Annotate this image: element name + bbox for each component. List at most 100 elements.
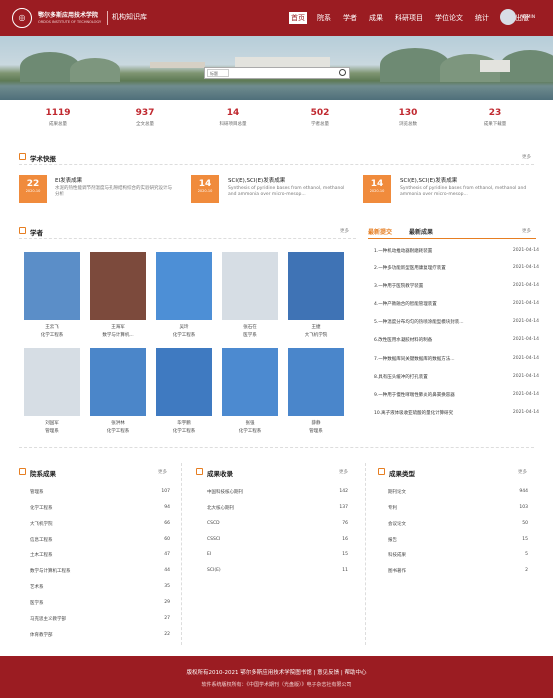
scholar-name[interactable]: 刘国军 [17, 420, 87, 426]
dept-name[interactable]: 数学与计算机工程系 [30, 568, 71, 574]
scholar-name[interactable]: 张强 [215, 420, 285, 426]
scholar-photo[interactable] [156, 252, 212, 320]
tab-latest-results[interactable]: 最新成果 [409, 227, 433, 236]
type-name[interactable]: 报告 [388, 537, 397, 543]
type-name[interactable]: 会议论文 [388, 521, 406, 527]
recent-item-title[interactable]: 10.离子液体吸收亚硫酸的量化计算研究 [374, 411, 453, 416]
scholars-more-link[interactable]: 更多 [340, 228, 349, 234]
scholar-photo[interactable] [288, 348, 344, 416]
dept-name[interactable]: 化学工程系 [30, 505, 53, 511]
scholar-photo-placeholder[interactable] [24, 348, 80, 416]
news-item-title[interactable]: SCI(E),SCI(E)发表成果 [228, 176, 285, 184]
school-logo-icon[interactable]: ◎ [12, 8, 32, 28]
dept-name[interactable]: 艺术系 [30, 584, 44, 590]
nav-stats[interactable]: 统计 [473, 12, 491, 24]
stat-label: 学者总量 [311, 122, 329, 127]
scholar-dept: 数学与计算机... [102, 333, 134, 338]
scholar-name[interactable]: 张石在 [215, 324, 285, 330]
recent-item[interactable]: 6.改性医用水凝胶材料的制备 2021-04-14 [374, 337, 539, 343]
dept-name[interactable]: 体育教学部 [30, 632, 53, 638]
recent-item-title[interactable]: 8.具有压头缓冲的打孔装置 [374, 375, 428, 380]
recent-item[interactable]: 5.一种温度分布均匀的热喷涂能型模块封装... 2021-04-14 [374, 319, 539, 325]
dept-name[interactable]: 大飞机学院 [30, 521, 53, 527]
dept-count: 66 [164, 521, 170, 526]
recent-item[interactable]: 8.具有压头缓冲的打孔装置 2021-04-14 [374, 374, 539, 380]
scholar-photo[interactable] [24, 252, 80, 320]
scholar-photo[interactable] [90, 252, 146, 320]
stat-value: 23 [488, 108, 502, 118]
user-name[interactable]: ADMIN [520, 15, 535, 20]
scholar-photo[interactable] [288, 252, 344, 320]
recent-item-title[interactable]: 3.一种用于医院教学装置 [374, 284, 423, 289]
scholar-name[interactable]: 吴玲 [149, 324, 219, 330]
recent-item[interactable]: 1.一种机动推动器耐磨耗装置 2021-04-14 [374, 248, 539, 254]
dept-name[interactable]: 土木工程系 [30, 552, 53, 558]
collection-count: 15 [342, 552, 348, 557]
recent-item-title[interactable]: 2.一种多功能新型医用康复理疗装置 [374, 266, 446, 271]
recent-item-title[interactable]: 4.一种产教融合的智能管理装置 [374, 302, 437, 307]
collection-name[interactable]: 北大核心期刊 [207, 505, 234, 511]
scholar-name[interactable]: 王海军 [83, 324, 153, 330]
dept-name[interactable]: 信息工程系 [30, 537, 53, 543]
recent-item[interactable]: 9.一种用于慢性哮喘性肺炎的鼻窦换容器 2021-04-14 [374, 392, 539, 398]
recent-item[interactable]: 7.一种数据库同关键数据库的数据方法... 2021-04-14 [374, 356, 539, 362]
nav-departments[interactable]: 院系 [315, 12, 333, 24]
collection-name[interactable]: 中国科技核心期刊 [207, 489, 243, 495]
footer-links[interactable]: 版权所有2010-2021 鄂尔多斯应用技术学院图书馆 | 意见反馈 | 帮助中… [0, 668, 553, 676]
recent-item-title[interactable]: 9.一种用于慢性哮喘性肺炎的鼻窦换容器 [374, 393, 455, 398]
recent-item[interactable]: 10.离子液体吸收亚硫酸的量化计算研究 2021-04-14 [374, 410, 539, 416]
type-name[interactable]: 期刊论文 [388, 489, 406, 495]
scholar-photo[interactable] [90, 348, 146, 416]
scholar-name[interactable]: 毕宇鹏 [149, 420, 219, 426]
stat-item: 23 成果下载量 [455, 108, 535, 127]
type-name[interactable]: 图书著作 [388, 568, 406, 574]
type-count: 50 [522, 521, 528, 526]
dept-name[interactable]: 马克思主义教学部 [30, 616, 66, 622]
type-name[interactable]: 专利 [388, 505, 397, 511]
collection-count: 142 [339, 489, 348, 494]
recent-more-link[interactable]: 更多 [522, 228, 531, 234]
dept-name[interactable]: 管理系 [30, 489, 44, 495]
recent-item-title[interactable]: 7.一种数据库同关键数据库的数据方法... [374, 357, 455, 362]
col2-more-link[interactable]: 更多 [339, 469, 348, 475]
collection-name[interactable]: CSSCI [207, 537, 220, 542]
search-field-select[interactable]: 标题 [207, 69, 229, 77]
scholar-name[interactable]: 张洪林 [83, 420, 153, 426]
recent-item-title[interactable]: 5.一种温度分布均匀的热喷涂能型模块封装... [374, 320, 464, 325]
type-name[interactable]: 科技成果 [388, 552, 406, 558]
recent-item[interactable]: 3.一种用于医院教学装置 2021-04-14 [374, 283, 539, 289]
nav-projects[interactable]: 科研项目 [393, 12, 425, 24]
collection-name[interactable]: CSCD [207, 521, 220, 526]
nav-home[interactable]: 首页 [289, 12, 307, 24]
news-more-link[interactable]: 更多 [522, 154, 531, 160]
user-avatar[interactable] [500, 9, 516, 25]
nav-theses[interactable]: 学位论文 [433, 12, 465, 24]
column-divider [181, 463, 182, 645]
nav-results[interactable]: 成果 [367, 12, 385, 24]
news-item-desc: Synthesis of pyridine bases from ethanol… [400, 186, 527, 197]
tab-latest-submitted[interactable]: 最新提交 [368, 227, 392, 236]
search-icon[interactable] [339, 69, 346, 76]
scholar-name[interactable]: 薛静 [281, 420, 351, 426]
dept-name[interactable]: 医学系 [30, 600, 44, 606]
scholar-photo[interactable] [222, 348, 278, 416]
nav-scholars[interactable]: 学者 [341, 12, 359, 24]
scholars-title: 学者 [30, 229, 43, 237]
scholar-photo[interactable] [156, 348, 212, 416]
col1-more-link[interactable]: 更多 [158, 469, 167, 475]
stat-value: 937 [135, 108, 155, 118]
recent-item-title[interactable]: 1.一种机动推动器耐磨耗装置 [374, 249, 432, 254]
scholar-name[interactable]: 王捷 [281, 324, 351, 330]
col3-more-link[interactable]: 更多 [518, 469, 527, 475]
recent-item[interactable]: 4.一种产教融合的智能管理装置 2021-04-14 [374, 301, 539, 307]
news-item-title[interactable]: SCI(E),SCI(E)发表成果 [400, 176, 457, 184]
recent-item[interactable]: 2.一种多功能新型医用康复理疗装置 2021-04-14 [374, 265, 539, 271]
news-item-title[interactable]: EI发表成果 [55, 176, 82, 184]
banner-mountain [70, 58, 120, 82]
recent-item-title[interactable]: 6.改性医用水凝胶材料的制备 [374, 338, 432, 343]
collection-name[interactable]: EI [207, 552, 211, 557]
scholar-photo-placeholder[interactable] [222, 252, 278, 320]
header-divider [107, 11, 108, 25]
scholar-name[interactable]: 王云飞 [17, 324, 87, 330]
collection-name[interactable]: SCI(E) [207, 568, 221, 573]
